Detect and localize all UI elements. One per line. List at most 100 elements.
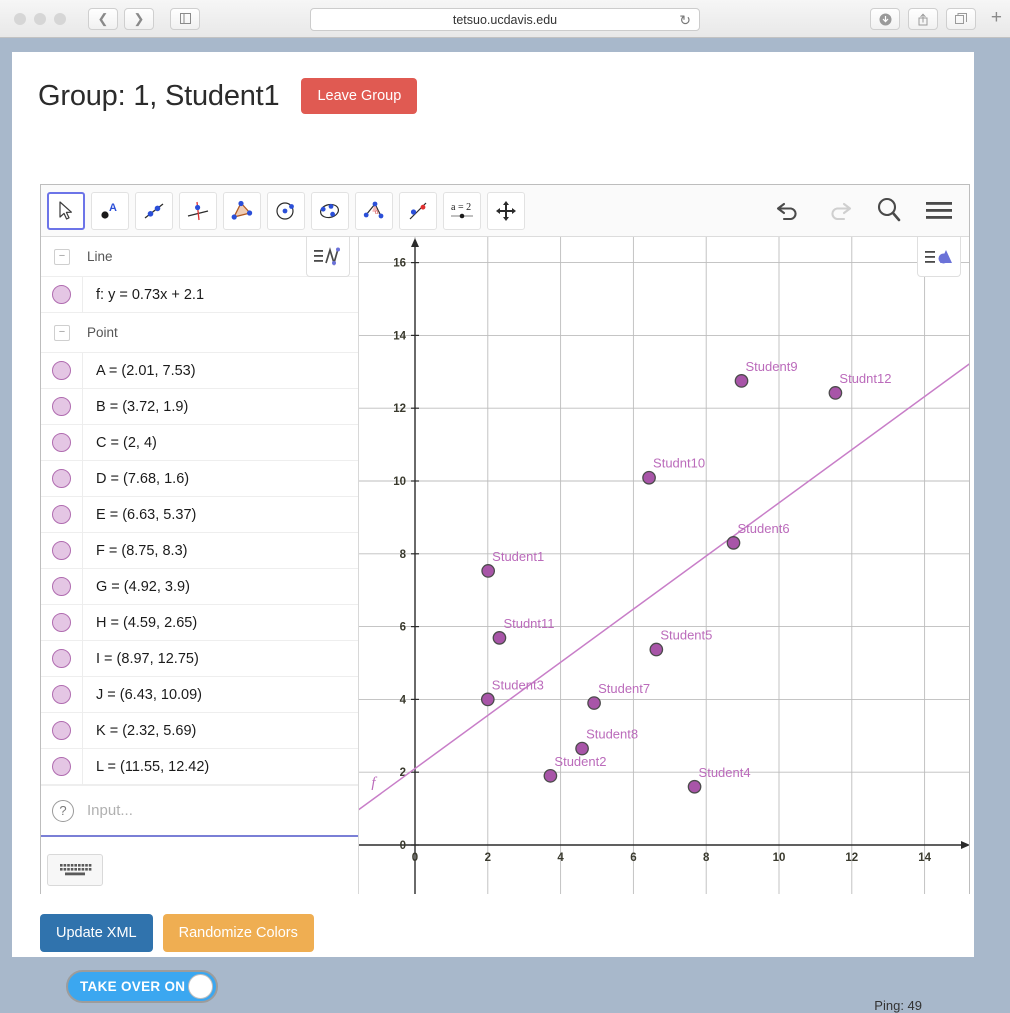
algebra-item-row[interactable]: D = (7.68, 1.6)	[41, 460, 358, 497]
algebra-item-row[interactable]: K = (2.32, 5.69)	[41, 712, 358, 749]
data-point[interactable]	[575, 741, 589, 756]
algebra-group-header[interactable]: − Point	[41, 313, 358, 353]
data-point[interactable]	[481, 564, 496, 578]
data-point[interactable]	[734, 374, 749, 388]
data-point[interactable]	[492, 631, 507, 645]
visibility-marble[interactable]	[52, 541, 71, 560]
algebra-item-row[interactable]: C = (2, 4)	[41, 424, 358, 461]
show-tabs-button[interactable]	[946, 8, 976, 30]
x-axis-tick-label: 12	[845, 852, 858, 864]
visibility-marble[interactable]	[52, 469, 71, 488]
visibility-marble[interactable]	[52, 577, 71, 596]
point-label[interactable]: Student9	[746, 359, 798, 374]
point-label[interactable]: Student8	[586, 727, 638, 742]
point-label[interactable]: Student6	[738, 521, 790, 536]
row-divider	[82, 532, 83, 569]
data-point[interactable]	[649, 642, 664, 657]
visibility-marble[interactable]	[52, 685, 71, 704]
collapse-icon[interactable]: −	[54, 248, 70, 265]
data-point[interactable]	[587, 696, 601, 710]
point-label[interactable]: Student3	[492, 677, 544, 692]
visibility-marble[interactable]	[52, 757, 71, 776]
toggle-knob[interactable]	[188, 974, 213, 999]
update-xml-button[interactable]: Update XML	[40, 914, 153, 952]
search-button[interactable]	[871, 192, 907, 228]
visibility-marble[interactable]	[52, 433, 71, 452]
data-point[interactable]	[828, 386, 843, 400]
coordinate-plane[interactable]: 0 2 4 6 8 10 12 140246810121416fStudent1Student…	[359, 237, 969, 894]
algebra-input-row[interactable]: ? Input...	[41, 785, 358, 837]
algebra-item-row[interactable]: J = (6.43, 10.09)	[41, 676, 358, 713]
algebra-style-bar-button[interactable]	[306, 237, 350, 277]
point-tool[interactable]: A	[91, 191, 129, 230]
algebra-item-row[interactable]: I = (8.97, 12.75)	[41, 640, 358, 677]
back-button[interactable]: ❮	[88, 7, 118, 30]
undo-button[interactable]	[771, 192, 807, 228]
point-label[interactable]: Studnt12	[839, 371, 891, 386]
visibility-marble[interactable]	[52, 285, 71, 304]
main-menu-button[interactable]	[921, 192, 957, 228]
algebra-item-row[interactable]: A = (2.01, 7.53)	[41, 352, 358, 389]
reload-icon[interactable]: ↻	[679, 12, 691, 29]
take-over-toggle[interactable]: TAKE OVER ON	[66, 970, 218, 1003]
visibility-marble[interactable]	[52, 649, 71, 668]
downloads-button[interactable]	[870, 8, 900, 30]
point-label[interactable]: Studnt11	[503, 616, 554, 631]
graphics-view[interactable]: 0 2 4 6 8 10 12 14 0 2 4 6 8 10 12 14 16 f Student1 Student…	[359, 237, 969, 894]
collapse-icon[interactable]: −	[54, 324, 70, 341]
visibility-marble[interactable]	[52, 505, 71, 524]
algebra-item-row[interactable]: B = (3.72, 1.9)	[41, 388, 358, 425]
row-divider	[82, 676, 83, 713]
visibility-marble[interactable]	[52, 613, 71, 632]
point-label[interactable]: Student1	[492, 549, 544, 564]
move-graphics-tool[interactable]	[487, 191, 525, 230]
algebra-item-row[interactable]: F = (8.75, 8.3)	[41, 532, 358, 569]
visibility-marble[interactable]	[52, 721, 71, 740]
question-mark-icon[interactable]: ?	[52, 799, 74, 822]
visibility-marble[interactable]	[52, 397, 71, 416]
data-point[interactable]	[543, 768, 558, 783]
point-label[interactable]: Studnt10	[653, 456, 705, 471]
leave-group-button[interactable]: Leave Group	[301, 78, 418, 114]
algebra-item-row[interactable]: L = (11.55, 12.42)	[41, 748, 358, 785]
share-icon	[918, 12, 928, 25]
maximize-window-button[interactable]	[54, 12, 66, 25]
polygon-tool[interactable]	[223, 191, 261, 230]
algebra-item-row[interactable]: f: y = 0.73x + 2.1	[41, 276, 358, 313]
data-point[interactable]	[726, 536, 741, 550]
data-point[interactable]	[642, 470, 656, 485]
point-label[interactable]: Student7	[598, 681, 650, 696]
window-traffic-lights[interactable]	[14, 12, 66, 25]
slider-tool[interactable]: a = 2	[443, 191, 481, 230]
algebra-item-row[interactable]: H = (4.59, 2.65)	[41, 604, 358, 641]
data-point[interactable]	[687, 779, 702, 794]
regression-line[interactable]	[359, 343, 969, 821]
keyboard-toggle-button[interactable]	[47, 854, 103, 886]
point-label[interactable]: Student2	[554, 754, 606, 769]
share-button[interactable]	[908, 8, 938, 30]
minimize-window-button[interactable]	[34, 12, 46, 25]
perpendicular-line-tool[interactable]	[179, 191, 217, 230]
forward-button[interactable]: ❯	[124, 7, 154, 30]
randomize-colors-button[interactable]: Randomize Colors	[162, 914, 314, 952]
data-point[interactable]	[480, 692, 495, 707]
new-tab-button[interactable]: +	[991, 8, 1002, 28]
sidebar-toggle-button[interactable]	[170, 7, 200, 30]
line-tool[interactable]	[135, 191, 173, 230]
x-axis-tick-label: 2	[485, 852, 491, 864]
point-label[interactable]: Student5	[660, 628, 712, 643]
ellipse-tool[interactable]	[311, 191, 349, 230]
visibility-marble[interactable]	[52, 361, 71, 380]
address-bar[interactable]: tetsuo.ucdavis.edu ↻	[310, 8, 700, 31]
algebra-item-row[interactable]: E = (6.63, 5.37)	[41, 496, 358, 533]
move-tool[interactable]	[47, 191, 85, 230]
algebra-item-row[interactable]: G = (4.92, 3.9)	[41, 568, 358, 605]
close-window-button[interactable]	[14, 12, 26, 25]
point-label[interactable]: Student4	[699, 765, 751, 780]
algebra-input-field[interactable]: Input...	[87, 802, 133, 819]
graphics-style-bar-button[interactable]	[917, 237, 961, 277]
circle-tool[interactable]	[267, 191, 305, 230]
redo-button[interactable]	[821, 192, 857, 228]
angle-tool[interactable]: α	[355, 191, 393, 230]
reflect-tool[interactable]	[399, 191, 437, 230]
